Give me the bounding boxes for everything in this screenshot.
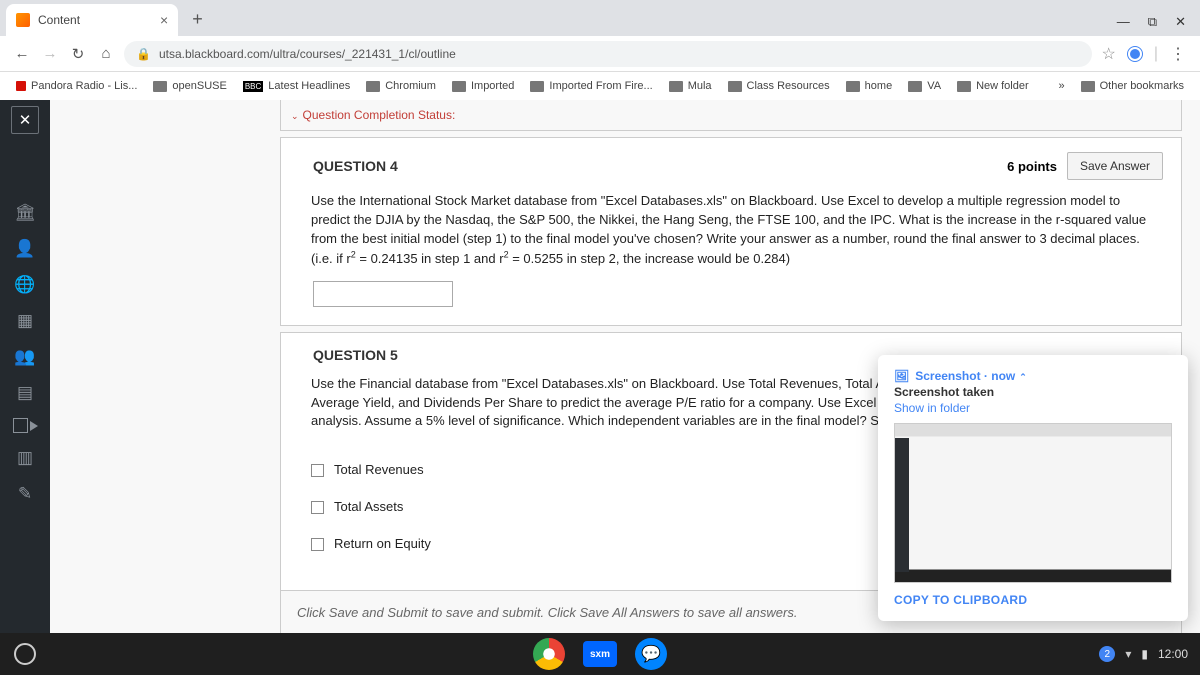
- maximize-icon[interactable]: ⧉: [1148, 14, 1157, 30]
- bookmarks-bar: Pandora Radio - Lis... openSUSE BBCLates…: [0, 72, 1200, 100]
- battery-icon: ▮: [1141, 647, 1148, 661]
- bookmark-va[interactable]: VA: [902, 77, 947, 95]
- question-4-card: QUESTION 4 6 points Save Answer Use the …: [280, 137, 1182, 326]
- question-4-title: QUESTION 4: [313, 158, 398, 174]
- bookmark-imported-fire[interactable]: Imported From Fire...: [524, 77, 658, 95]
- bookmark-other[interactable]: Other bookmarks: [1075, 77, 1190, 95]
- bookmark-overflow[interactable]: »: [1053, 77, 1071, 95]
- popup-time: now: [991, 369, 1015, 383]
- new-tab-button[interactable]: +: [192, 9, 203, 36]
- tab-title: Content: [38, 13, 80, 27]
- close-tab-icon[interactable]: ×: [160, 12, 168, 28]
- activity-icon[interactable]: 🌐: [14, 274, 36, 296]
- show-in-folder-link[interactable]: Show in folder: [894, 401, 1172, 415]
- lock-icon: 🔒: [136, 47, 151, 61]
- image-icon: 🖼: [894, 369, 909, 383]
- home-button[interactable]: ⌂: [92, 45, 120, 62]
- messages-icon[interactable]: [13, 418, 38, 433]
- tools-icon[interactable]: ✎: [14, 483, 36, 505]
- question-4-input[interactable]: [313, 281, 453, 307]
- bookmark-opensuse[interactable]: openSUSE: [147, 77, 232, 95]
- wifi-icon: ▾: [1125, 647, 1131, 661]
- popup-title: Screenshot: [915, 369, 980, 383]
- close-window-icon[interactable]: ✕: [1175, 14, 1186, 30]
- calendar-icon[interactable]: ▤: [14, 382, 36, 404]
- screenshot-thumbnail[interactable]: [894, 423, 1172, 583]
- clock: 12:00: [1158, 647, 1188, 661]
- menu-icon[interactable]: ⋮: [1170, 44, 1186, 64]
- launcher-button[interactable]: [14, 643, 36, 665]
- bookmark-new-folder[interactable]: New folder: [951, 77, 1035, 95]
- bookmark-pandora[interactable]: Pandora Radio - Lis...: [10, 77, 143, 95]
- completion-status-label: Question Completion Status:: [303, 108, 456, 122]
- tab-favicon: [16, 13, 30, 27]
- popup-subtitle: Screenshot taken: [894, 385, 1172, 399]
- bookmark-imported[interactable]: Imported: [446, 77, 520, 95]
- extension-icon[interactable]: [1128, 47, 1142, 61]
- blackboard-sidebar: ✕ 🏛 👤 🌐 ▦ 👥 ▤ ▥ ✎: [0, 100, 50, 633]
- status-area[interactable]: 2 ▾ ▮ 12:00: [1099, 646, 1200, 662]
- checkbox-icon[interactable]: [311, 501, 324, 514]
- close-panel-button[interactable]: ✕: [11, 106, 39, 134]
- forward-button[interactable]: →: [36, 45, 64, 62]
- back-button[interactable]: ←: [8, 45, 36, 62]
- bookmark-chromium[interactable]: Chromium: [360, 77, 442, 95]
- url-text: utsa.blackboard.com/ultra/courses/_22143…: [159, 47, 456, 61]
- reload-button[interactable]: ↻: [64, 45, 92, 63]
- courses-icon[interactable]: ▦: [14, 310, 36, 332]
- address-bar[interactable]: 🔒 utsa.blackboard.com/ultra/courses/_221…: [124, 41, 1092, 67]
- organizations-icon[interactable]: 👥: [14, 346, 36, 368]
- profile-icon[interactable]: 👤: [14, 238, 36, 260]
- bookmark-home[interactable]: home: [840, 77, 899, 95]
- bookmark-class-resources[interactable]: Class Resources: [722, 77, 836, 95]
- bookmark-latest[interactable]: BBCLatest Headlines: [237, 77, 356, 95]
- browser-tab[interactable]: Content ×: [6, 4, 178, 36]
- sxm-app-icon[interactable]: sxm: [583, 641, 617, 667]
- question-4-body: Use the International Stock Market datab…: [311, 193, 1146, 266]
- chrome-app-icon[interactable]: [533, 638, 565, 670]
- question-4-points: 6 points: [1007, 159, 1057, 174]
- chevron-up-icon[interactable]: ⌃: [1019, 372, 1027, 382]
- screenshot-notification: 🖼Screenshot · now⌃ Screenshot taken Show…: [878, 355, 1188, 621]
- messages-app-icon[interactable]: 💬: [635, 638, 667, 670]
- save-answer-button-q4[interactable]: Save Answer: [1067, 152, 1163, 180]
- grades-icon[interactable]: ▥: [14, 447, 36, 469]
- minimize-icon[interactable]: —: [1117, 14, 1130, 30]
- chevron-down-icon: ⌄: [291, 111, 299, 121]
- checkbox-icon[interactable]: [311, 538, 324, 551]
- institution-icon[interactable]: 🏛: [14, 202, 36, 224]
- copy-to-clipboard-button[interactable]: COPY TO CLIPBOARD: [894, 593, 1172, 607]
- chromeos-shelf: sxm 💬 2 ▾ ▮ 12:00: [0, 633, 1200, 675]
- question-5-title: QUESTION 5: [313, 347, 398, 363]
- bookmark-star-icon[interactable]: ☆: [1102, 44, 1116, 64]
- completion-status-row[interactable]: ⌄ Question Completion Status:: [280, 100, 1182, 131]
- bookmark-mula[interactable]: Mula: [663, 77, 718, 95]
- notification-badge: 2: [1099, 646, 1115, 662]
- checkbox-icon[interactable]: [311, 464, 324, 477]
